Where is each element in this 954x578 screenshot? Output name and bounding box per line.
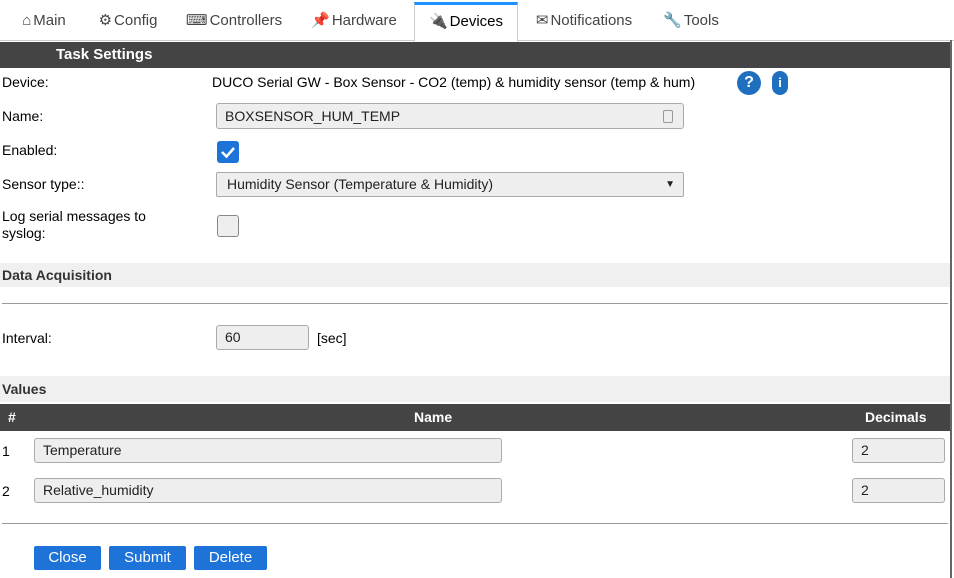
interval-input[interactable]: 60 xyxy=(216,325,309,350)
interval-label: Interval: xyxy=(2,330,52,346)
info-icon[interactable]: i xyxy=(772,71,788,95)
name-input-value: BOXSENSOR_HUM_TEMP xyxy=(225,108,401,124)
tab-label: Devices xyxy=(449,13,504,30)
data-acquisition-header: Data Acquisition xyxy=(0,263,950,287)
decimals-value: 2 xyxy=(861,442,869,458)
name-input[interactable]: BOXSENSOR_HUM_TEMP xyxy=(216,103,684,129)
device-label: Device: xyxy=(2,74,49,90)
close-button[interactable]: Close xyxy=(34,546,101,570)
log-serial-label: Log serial messages to syslog: xyxy=(2,208,146,242)
sensor-type-select[interactable]: Humidity Sensor (Temperature & Humidity)… xyxy=(216,172,684,197)
col-name-header: Name xyxy=(414,409,453,425)
gear-icon: ⚙ xyxy=(98,12,113,29)
row-index: 2 xyxy=(2,483,10,499)
value-name-input[interactable]: Temperature xyxy=(34,438,502,463)
tab-hardware[interactable]: 📌 Hardware xyxy=(304,4,404,38)
wrench-icon: 🔧 xyxy=(663,12,682,29)
tab-controllers[interactable]: ⌨ Controllers xyxy=(180,4,288,38)
col-index-header: # xyxy=(8,409,16,425)
device-value: DUCO Serial GW - Box Sensor - CO2 (temp)… xyxy=(212,74,696,90)
log-label-line2: syslog: xyxy=(2,225,46,241)
tab-label: Tools xyxy=(683,12,719,29)
submit-button[interactable]: Submit xyxy=(109,546,186,570)
home-icon: ⌂ xyxy=(22,12,32,29)
log-serial-checkbox[interactable] xyxy=(217,215,239,237)
sensor-type-label: Sensor type:: xyxy=(2,176,85,192)
mail-icon: ✉ xyxy=(535,12,549,29)
delete-button[interactable]: Delete xyxy=(194,546,267,570)
decimals-input[interactable]: 2 xyxy=(852,478,945,503)
decimals-input[interactable]: 2 xyxy=(852,438,945,463)
section-title: Task Settings xyxy=(56,46,153,63)
tab-devices[interactable]: 🔌 Devices xyxy=(414,2,518,42)
tab-tools[interactable]: 🔧 Tools xyxy=(656,4,726,38)
plug-icon: 🔌 xyxy=(428,13,448,30)
row-index: 1 xyxy=(2,443,10,459)
tab-label: Hardware xyxy=(331,12,397,29)
tab-config[interactable]: ⚙ Config xyxy=(92,4,164,38)
interval-unit: [sec] xyxy=(317,330,347,346)
tab-label: Controllers xyxy=(209,12,283,29)
tab-bar: ⌂ Main ⚙ Config ⌨ Controllers 📌 Hardware 🔌 De… xyxy=(0,0,954,42)
tab-notifications[interactable]: ✉ Notifications xyxy=(528,4,640,38)
values-table-header: # Name Decimals xyxy=(0,404,950,431)
decimals-value: 2 xyxy=(861,482,869,498)
enabled-checkbox[interactable] xyxy=(217,141,239,163)
tab-label: Notifications xyxy=(550,12,633,29)
dropdown-arrow-icon: ▼ xyxy=(665,179,675,190)
sensor-type-value: Humidity Sensor (Temperature & Humidity) xyxy=(227,176,494,192)
pin-icon: 📌 xyxy=(311,12,330,29)
tab-label: Main xyxy=(33,12,66,29)
keyboard-icon: ⌨ xyxy=(185,12,208,29)
task-settings-header: Task Settings xyxy=(0,42,950,68)
section-title: Values xyxy=(2,381,47,397)
checkmark-icon xyxy=(221,147,235,159)
interval-value: 60 xyxy=(225,329,241,345)
name-label: Name: xyxy=(2,108,44,124)
tab-main[interactable]: ⌂ Main xyxy=(14,4,74,38)
enabled-label: Enabled: xyxy=(2,142,58,158)
tab-label: Config xyxy=(114,12,158,29)
help-icon[interactable]: ? xyxy=(737,71,761,95)
log-label-line1: Log serial messages to xyxy=(2,208,146,224)
divider xyxy=(2,523,948,524)
right-border xyxy=(950,40,952,578)
value-name: Temperature xyxy=(43,442,122,458)
value-name: Relative_humidity xyxy=(43,482,154,498)
value-name-input[interactable]: Relative_humidity xyxy=(34,478,502,503)
section-title: Data Acquisition xyxy=(2,267,112,283)
values-header: Values xyxy=(0,376,950,402)
password-manager-icon xyxy=(663,110,673,123)
col-decimals-header: Decimals xyxy=(865,409,927,425)
divider xyxy=(2,303,948,304)
